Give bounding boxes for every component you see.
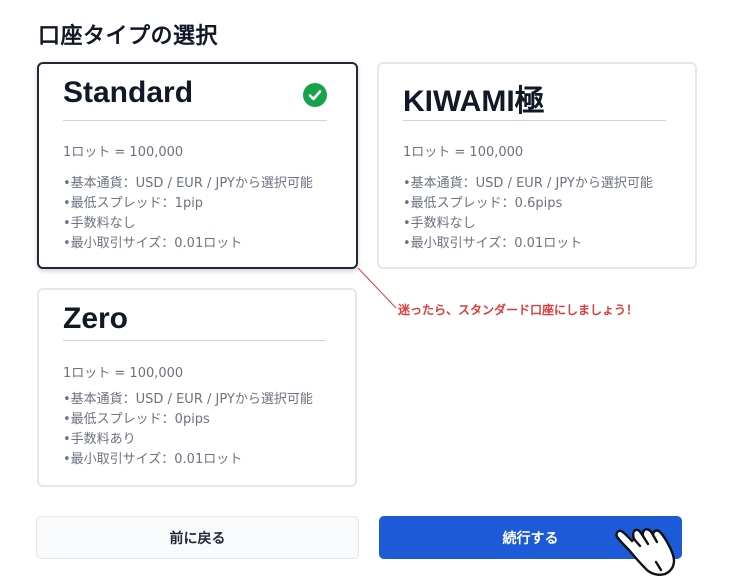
spec-list: •基本通貨：USD / EUR / JPYから選択可能 •最低スプレッド：0.6…: [403, 174, 653, 254]
spec-list: •基本通貨：USD / EUR / JPYから選択可能 •最低スプレッド：1pi…: [63, 174, 313, 254]
hand-pointer-icon: [615, 528, 676, 576]
lot-size: 1ロット = 100,000: [63, 366, 184, 381]
spec-base-currency: •基本通貨：USD / EUR / JPYから選択可能: [63, 176, 313, 191]
lot-size: 1ロット = 100,000: [403, 145, 524, 160]
check-circle-icon: [303, 83, 327, 107]
card-divider: [63, 120, 327, 121]
card-divider: [63, 340, 326, 341]
spec-min-trade-size: •最小取引サイズ：0.01ロット: [63, 452, 243, 467]
card-divider: [403, 120, 666, 121]
spec-commission: •手数料あり: [63, 432, 136, 447]
spec-commission: •手数料なし: [403, 216, 476, 231]
annotation-note: 迷ったら、スタンダード口座にしましょう！: [398, 303, 639, 317]
card-title: Standard: [63, 76, 194, 109]
account-card-zero[interactable]: Zero 1ロット = 100,000 •基本通貨：USD / EUR / JP…: [37, 288, 357, 487]
back-button[interactable]: 前に戻る: [36, 516, 359, 559]
spec-min-trade-size: •最小取引サイズ：0.01ロット: [63, 236, 243, 251]
spec-min-trade-size: •最小取引サイズ：0.01ロット: [403, 236, 583, 251]
spec-min-spread: •最低スプレッド：0pips: [63, 412, 210, 427]
page-title: 口座タイプの選択: [38, 24, 219, 49]
spec-min-spread: •最低スプレッド：0.6pips: [403, 196, 563, 211]
spec-base-currency: •基本通貨：USD / EUR / JPYから選択可能: [63, 392, 313, 407]
spec-min-spread: •最低スプレッド：1pip: [63, 196, 204, 211]
spec-base-currency: •基本通貨：USD / EUR / JPYから選択可能: [403, 176, 653, 191]
spec-list: •基本通貨：USD / EUR / JPYから選択可能 •最低スプレッド：0pi…: [63, 390, 313, 470]
card-title: Zero: [63, 302, 129, 335]
lot-size: 1ロット = 100,000: [63, 145, 184, 160]
account-card-standard[interactable]: Standard 1ロット = 100,000 •基本通貨：USD / EUR …: [37, 62, 358, 269]
spec-commission: •手数料なし: [63, 216, 136, 231]
card-title: KIWAMI極: [403, 85, 545, 118]
account-card-kiwami[interactable]: KIWAMI極 1ロット = 100,000 •基本通貨：USD / EUR /…: [377, 62, 697, 269]
